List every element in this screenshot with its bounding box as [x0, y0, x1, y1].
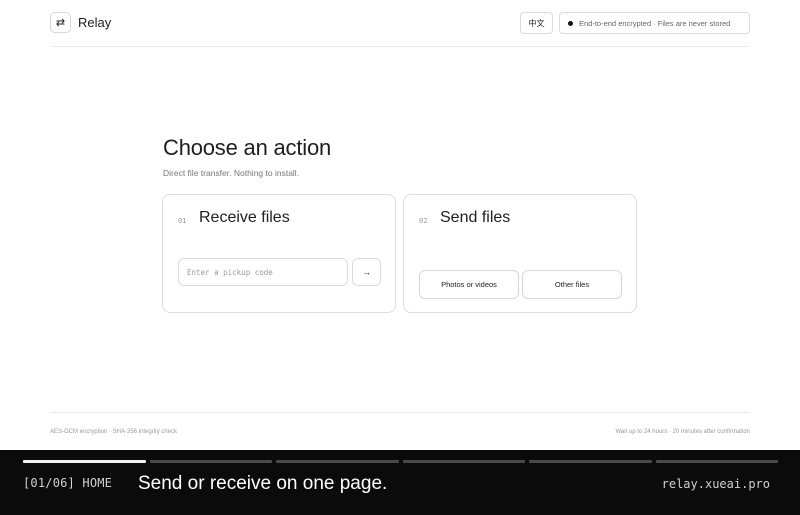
encryption-status-badge: End-to-end encrypted · Files are never s… — [559, 12, 750, 34]
card-number: 01 — [178, 217, 187, 225]
step-progress — [23, 460, 778, 463]
language-toggle-button[interactable]: 中文 — [520, 12, 553, 34]
progress-segment — [529, 460, 652, 463]
pickup-code-input[interactable] — [178, 258, 348, 286]
swap-arrows-icon[interactable]: ⇄ — [50, 12, 71, 33]
caption-text: Send or receive on one page. — [138, 473, 388, 494]
progress-segment — [23, 460, 146, 463]
page-title: Choose an action — [163, 135, 332, 160]
step-label: [01/06] HOME — [23, 476, 113, 490]
send-files-card: 02 Send files Photos or videos Other fil… — [403, 194, 637, 313]
app-window: ⇄ Relay 中文 End-to-end encrypted · Files … — [0, 0, 800, 450]
status-dot-icon — [568, 20, 573, 26]
header: ⇄ Relay 中文 End-to-end encrypted · Files … — [50, 11, 750, 47]
receive-files-card: 01 Receive files → — [162, 194, 396, 313]
arrow-right-icon: → — [362, 267, 371, 277]
status-text: End-to-end encrypted · Files are never s… — [579, 18, 731, 28]
site-domain: relay.xueai.pro — [661, 477, 770, 491]
app-name: Relay — [78, 15, 112, 30]
card-title: Receive files — [199, 209, 290, 226]
card-number: 02 — [419, 217, 428, 225]
card-title: Send files — [440, 209, 511, 226]
other-files-button[interactable]: Other files — [522, 270, 622, 299]
footer-retention-note: Wait up to 24 hours · 20 minutes after c… — [615, 429, 750, 435]
page-subtitle: Direct file transfer. Nothing to install… — [163, 168, 300, 178]
progress-segment — [655, 460, 778, 463]
submit-code-button[interactable]: → — [352, 258, 381, 286]
caption-bar: [01/06] HOME Send or receive on one page… — [0, 450, 800, 515]
footer: AES-GCM encryption · SHA-256 integrity c… — [50, 412, 750, 440]
progress-segment — [149, 460, 272, 463]
progress-segment — [276, 460, 399, 463]
progress-segment — [402, 460, 525, 463]
photos-or-videos-button[interactable]: Photos or videos — [419, 270, 519, 299]
footer-security-note: AES-GCM encryption · SHA-256 integrity c… — [50, 429, 178, 435]
